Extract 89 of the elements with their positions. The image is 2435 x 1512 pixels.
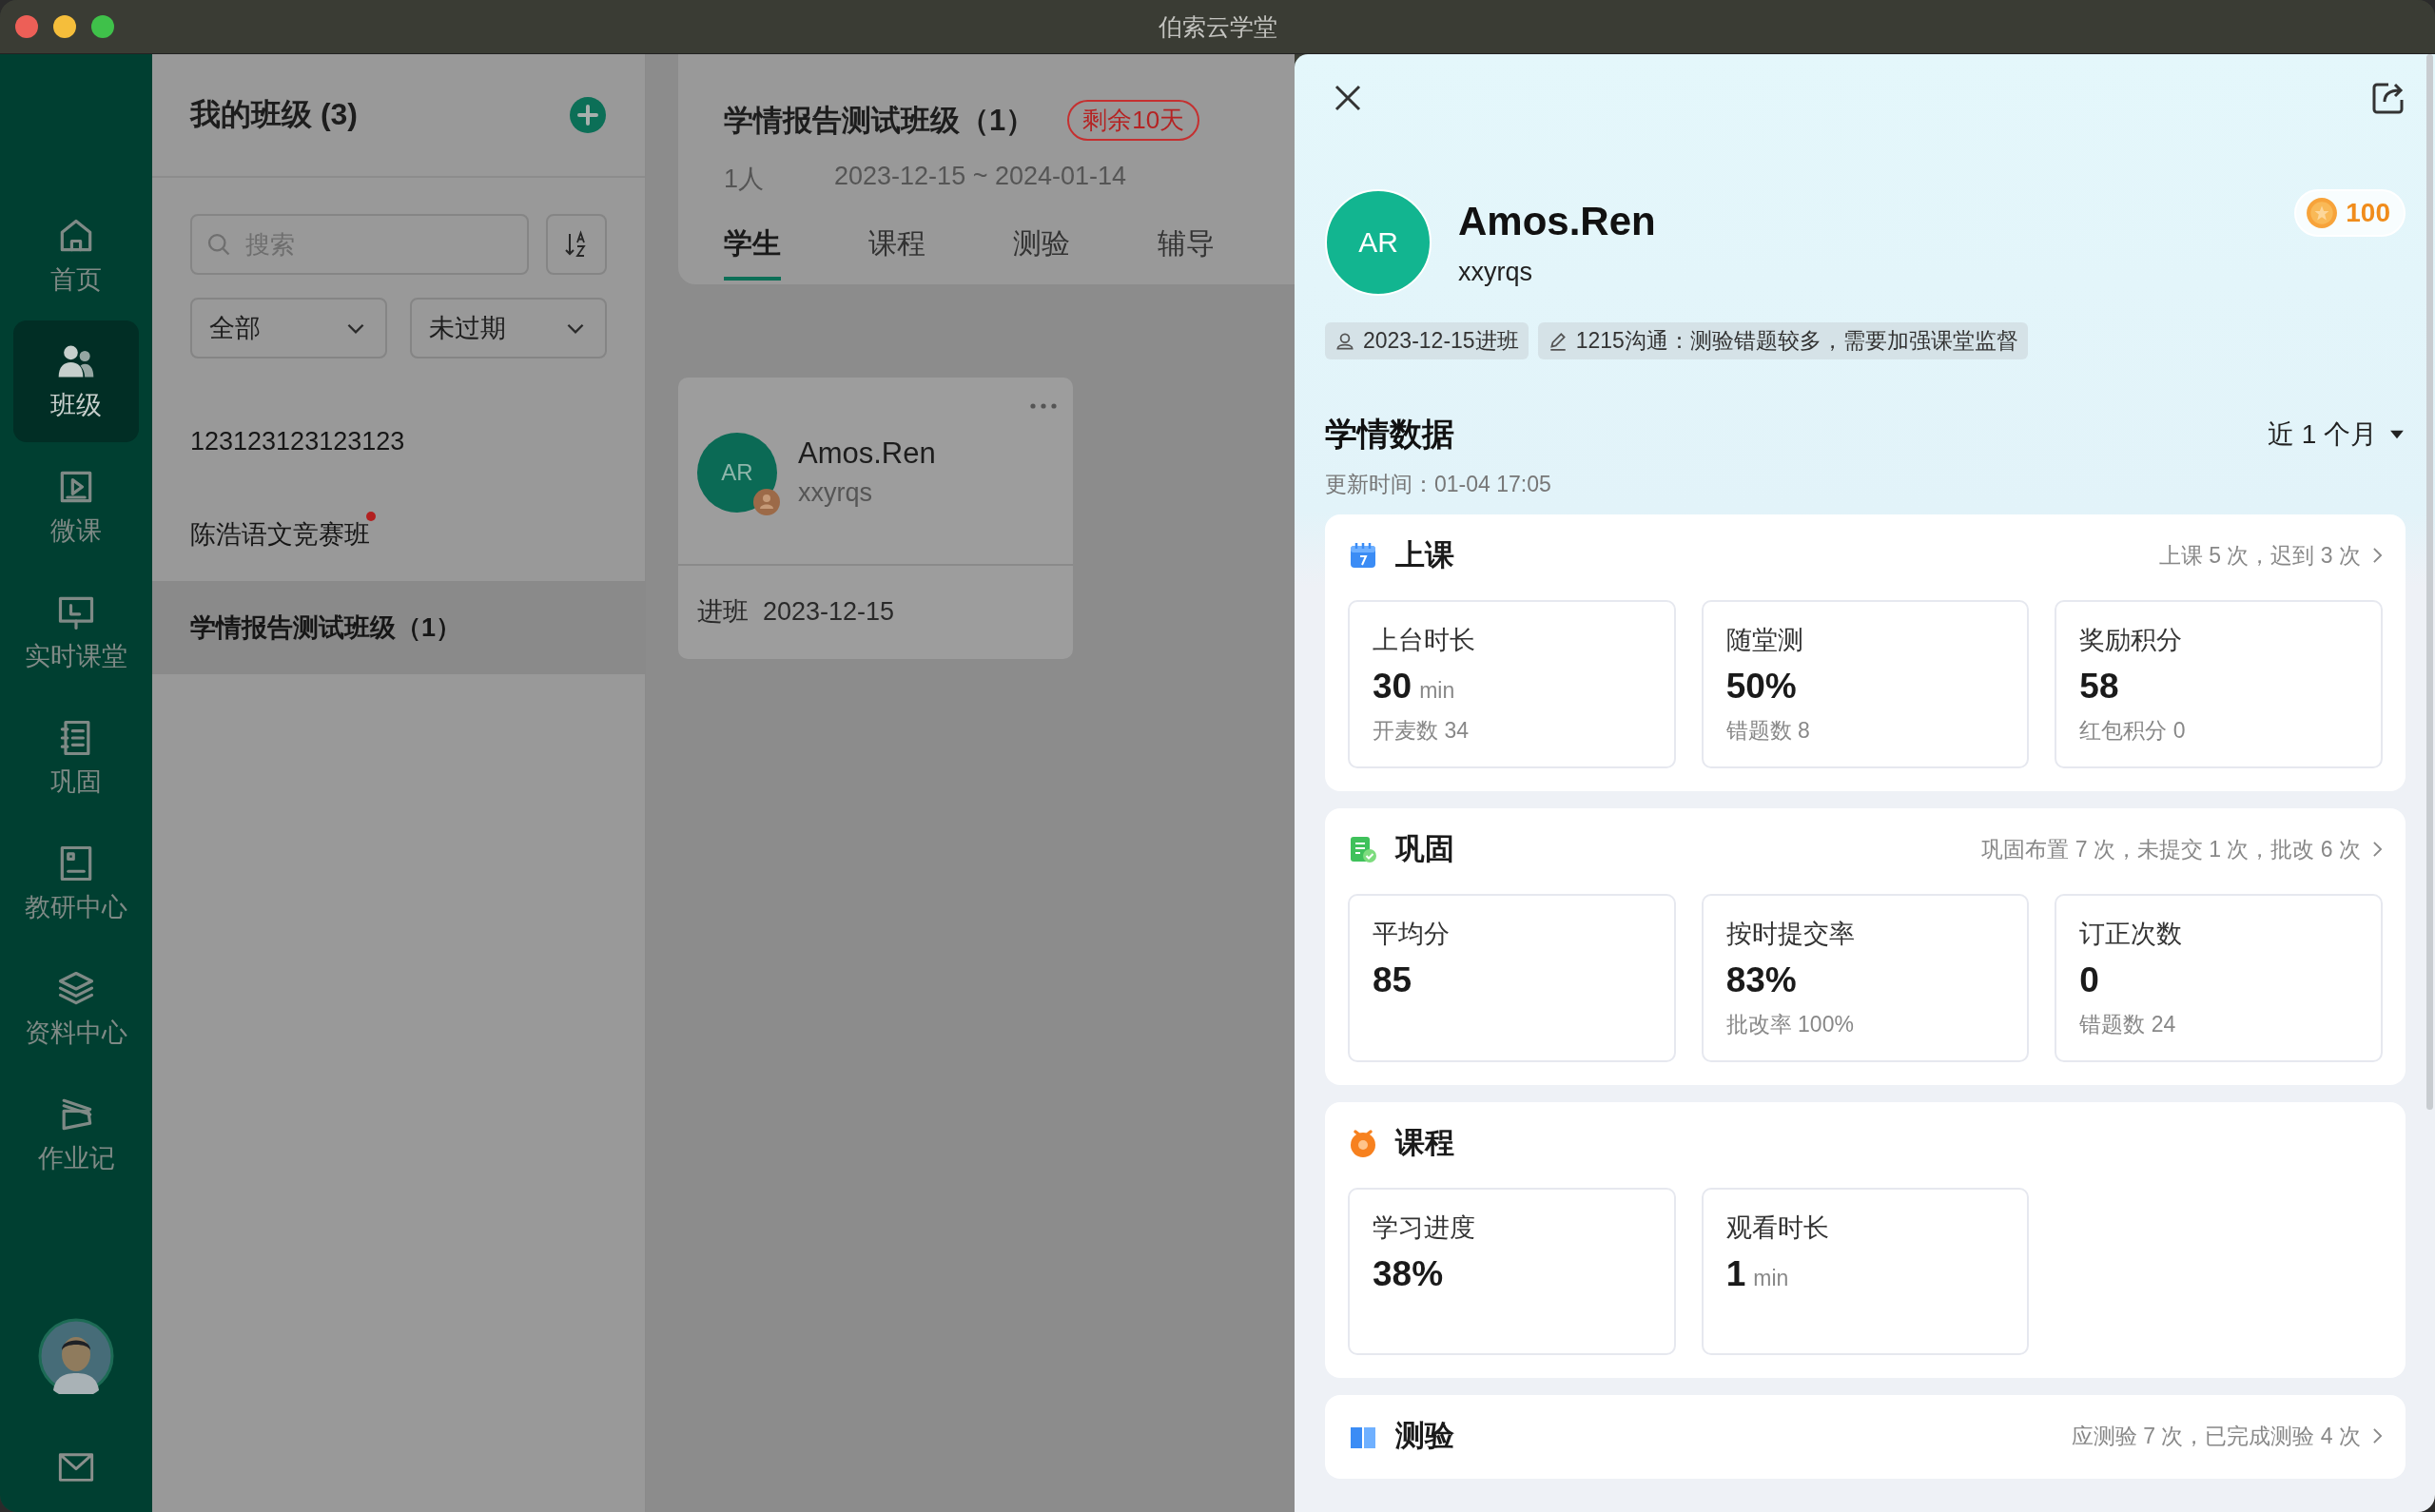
stat-value: 1: [1725, 1254, 1746, 1294]
sidebar-item[interactable]: 首页: [13, 195, 139, 317]
stat-unit: min: [1753, 1266, 1789, 1291]
chevron-right-icon: [2372, 841, 2383, 858]
stat-label: 随堂测: [1725, 625, 1804, 656]
stat-detail: 开麦数 34: [1373, 717, 1470, 745]
stat-value: 38%: [1373, 1254, 1444, 1294]
sidebar-item[interactable]: 资料中心: [13, 948, 139, 1070]
sidebar-item[interactable]: 巩固: [13, 697, 139, 819]
fruit-icon: [1348, 1128, 1378, 1158]
update-time: 更新时间：01-04 17:05: [1325, 471, 1552, 498]
user-avatar[interactable]: [38, 1318, 114, 1394]
class-list-item[interactable]: 学情报告测试班级（1）: [152, 581, 645, 674]
class-list-item[interactable]: 123123123123123: [152, 395, 645, 488]
zoom-window-button[interactable]: [91, 15, 114, 38]
filter-dropdown[interactable]: 未过期: [410, 298, 607, 359]
section-summary-link[interactable]: 上课 5 次，迟到 3 次: [2158, 540, 2383, 571]
stat-value: 83%: [1725, 960, 1797, 1000]
stat-unit: min: [1419, 678, 1455, 704]
student-card[interactable]: AR Amos.Ren xxyrqs 进班 2023-12-15: [678, 378, 1073, 659]
section-summary-link[interactable]: 巩固布置 7 次，未提交 1 次，批改 6 次: [1981, 834, 2383, 864]
stat-label: 订正次数: [2079, 919, 2184, 950]
section-title: 测验: [1395, 1418, 1455, 1454]
sidebar-item[interactable]: 实时课堂: [13, 572, 139, 693]
scrollbar-thumb[interactable]: [2426, 54, 2433, 1110]
class-period: 2023-12-15 ~ 2024-01-14: [834, 162, 1127, 192]
stat-label: 按时提交率: [1725, 919, 1856, 950]
class-list-item[interactable]: 陈浩语文竞赛班: [152, 488, 645, 581]
stat-value: 58: [2079, 667, 2119, 707]
student-avatar: AR: [1325, 189, 1432, 296]
person-badge-icon: [752, 488, 781, 516]
info-tag: 1215沟通：测验错题较多，需要加强课堂监督: [1537, 322, 2028, 359]
window-title: 伯索云学堂: [1158, 11, 1277, 42]
stat-value: 30: [1373, 667, 1412, 707]
checklist-icon: [1348, 834, 1378, 864]
sidebar-item[interactable]: 班级: [13, 320, 139, 442]
points-badge: 100: [2294, 189, 2406, 237]
sidebar-item[interactable]: 微课: [13, 446, 139, 568]
student-name: Amos.Ren: [1458, 198, 1657, 244]
stat-detail: 错题数 24: [2079, 1011, 2177, 1038]
person-icon: [1334, 330, 1355, 352]
stat-label: 平均分: [1373, 919, 1451, 950]
minimize-window-button[interactable]: [53, 15, 76, 38]
class-tab[interactable]: 测验: [1013, 224, 1070, 281]
calendar-icon: [1348, 540, 1378, 571]
stat-value: 0: [2079, 960, 2099, 1000]
student-account: xxyrqs: [1458, 257, 1533, 287]
student-name: Amos.Ren: [798, 436, 936, 471]
student-account: xxyrqs: [798, 478, 873, 508]
stat-label: 学习进度: [1373, 1212, 1476, 1244]
sort-button[interactable]: [546, 214, 607, 275]
class-list-title: 我的班级 (3): [190, 96, 358, 133]
stat-detail: 错题数 8: [1725, 717, 1811, 745]
class-tab[interactable]: 辅导: [1158, 224, 1215, 281]
coin-icon: [2306, 197, 2339, 229]
caret-icon: [2388, 429, 2406, 440]
chevron-right-icon: [2372, 1427, 2383, 1444]
remaining-days-tag: 剩余10天: [1067, 100, 1200, 141]
class-tab[interactable]: 课程: [868, 224, 925, 281]
section-title: 课程: [1395, 1125, 1455, 1161]
stat-detail: 红包积分 0: [2079, 717, 2187, 745]
student-avatar: AR: [697, 433, 777, 513]
class-title: 学情报告测试班级（1）: [724, 102, 1036, 139]
mail-icon[interactable]: [57, 1451, 95, 1483]
member-count: 1人: [724, 164, 765, 195]
search-icon: [205, 231, 232, 258]
report-title: 学情数据: [1325, 415, 1454, 454]
add-button[interactable]: [569, 96, 607, 134]
section-title: 巩固: [1395, 831, 1455, 867]
sidebar-item[interactable]: 作业记: [13, 1074, 139, 1195]
filter-dropdown[interactable]: 全部: [190, 298, 387, 359]
close-icon[interactable]: [1333, 83, 1363, 113]
section-summary-link[interactable]: 应测验 7 次，已完成测验 4 次: [2071, 1421, 2383, 1451]
chevron-right-icon: [2372, 547, 2383, 564]
close-window-button[interactable]: [15, 15, 38, 38]
more-icon[interactable]: [1029, 402, 1058, 410]
range-dropdown[interactable]: 近 1 个月: [2267, 417, 2406, 453]
info-tag: 2023-12-15进班: [1325, 322, 1529, 359]
stat-label: 奖励积分: [2079, 625, 2184, 656]
stat-label: 上台时长: [1373, 625, 1476, 656]
share-icon[interactable]: [2371, 81, 2406, 115]
stat-detail: 批改率 100%: [1725, 1011, 1855, 1038]
stat-label: 观看时长: [1725, 1212, 1830, 1244]
section-title: 上课: [1395, 537, 1455, 573]
join-date: 进班 2023-12-15: [696, 596, 896, 628]
sidebar-item[interactable]: 教研中心: [13, 823, 139, 944]
stat-value: 50%: [1725, 667, 1797, 707]
stat-value: 85: [1373, 960, 1412, 1000]
class-tab[interactable]: 学生: [724, 224, 781, 281]
